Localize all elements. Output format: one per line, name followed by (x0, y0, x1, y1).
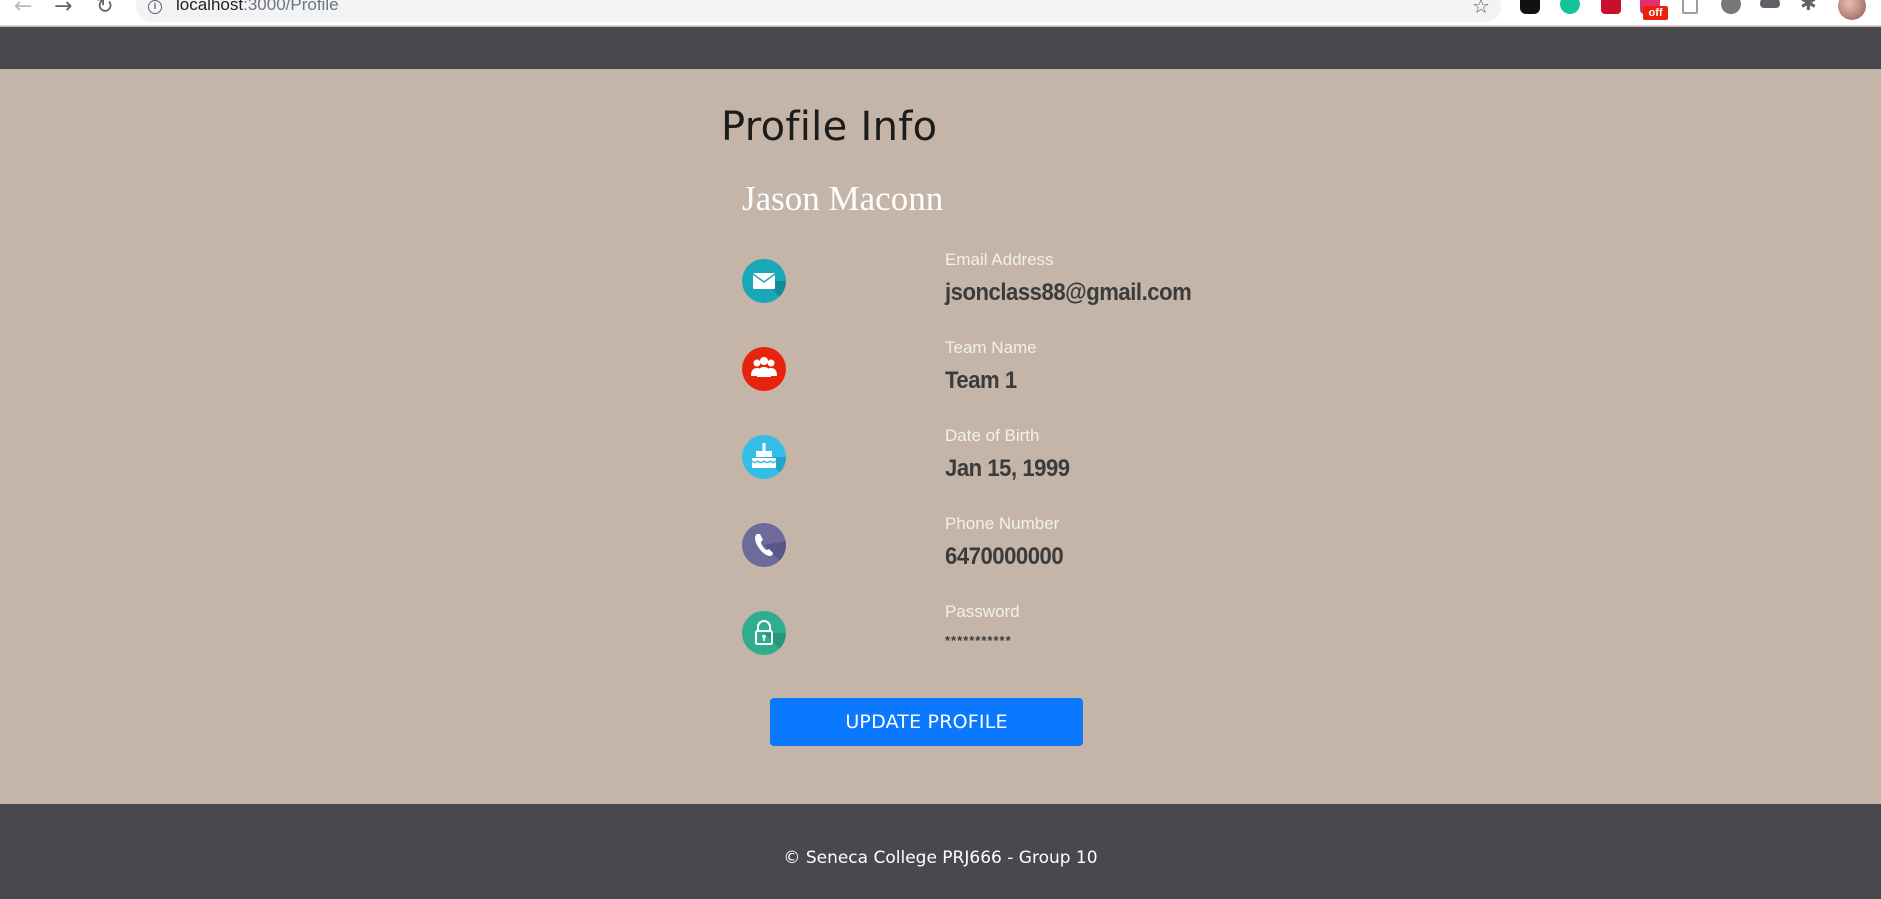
cloud-icon[interactable] (1760, 0, 1780, 8)
app-header (0, 27, 1881, 69)
team-icon (742, 347, 786, 391)
browser-toolbar: ← → ↻ i localhost:3000/Profile ☆ off ✱ (0, 0, 1881, 26)
email-value: jsonclass88@gmail.com (945, 279, 1192, 306)
phone-label: Phone Number (945, 514, 1060, 533)
update-profile-button[interactable]: UPDATE PROFILE (770, 698, 1083, 746)
avatar[interactable] (1838, 0, 1866, 20)
email-icon (742, 259, 786, 303)
team-label: Team Name (945, 338, 1037, 357)
birthday-cake-icon (742, 435, 786, 479)
user-name: Jason Maconn (742, 179, 944, 218)
url-path: :3000/Profile (243, 0, 339, 14)
lock-icon (742, 611, 786, 655)
extension-icon[interactable] (1721, 0, 1741, 14)
password-field: Password *********** (742, 602, 1302, 690)
birthdate-value: Jan 15, 1999 (945, 455, 1070, 482)
back-icon[interactable]: ← (14, 0, 32, 19)
extension-icon[interactable] (1520, 0, 1540, 14)
birthdate-field: Date of Birth Jan 15, 1999 (742, 426, 1302, 514)
reload-icon[interactable]: ↻ (96, 0, 114, 18)
extension-badge: off (1643, 6, 1668, 20)
birthdate-label: Date of Birth (945, 426, 1040, 445)
phone-icon (742, 523, 786, 567)
star-icon[interactable]: ☆ (1472, 0, 1490, 18)
team-field: Team Name Team 1 (742, 338, 1302, 426)
address-bar[interactable] (136, 0, 1501, 22)
app-footer: © Seneca College PRJ666 - Group 10 (0, 804, 1881, 899)
pdf-icon[interactable] (1601, 0, 1621, 14)
password-value: *********** (945, 633, 1012, 648)
grammarly-icon[interactable] (1560, 0, 1580, 14)
email-field: Email Address jsonclass88@gmail.com (742, 250, 1302, 338)
url-text[interactable]: localhost:3000/Profile (176, 0, 339, 15)
password-label: Password (945, 602, 1020, 621)
info-icon[interactable]: i (148, 0, 162, 14)
page-title: Profile Info (721, 104, 938, 150)
phone-field: Phone Number 6470000000 (742, 514, 1302, 602)
document-icon[interactable] (1682, 0, 1698, 14)
phone-value: 6470000000 (945, 543, 1064, 570)
footer-text: © Seneca College PRJ666 - Group 10 (783, 848, 1098, 868)
email-label: Email Address (945, 250, 1054, 269)
url-host: localhost (176, 0, 244, 14)
puzzle-icon[interactable]: ✱ (1800, 0, 1820, 15)
forward-icon[interactable]: → (54, 0, 72, 19)
team-value: Team 1 (945, 367, 1017, 394)
